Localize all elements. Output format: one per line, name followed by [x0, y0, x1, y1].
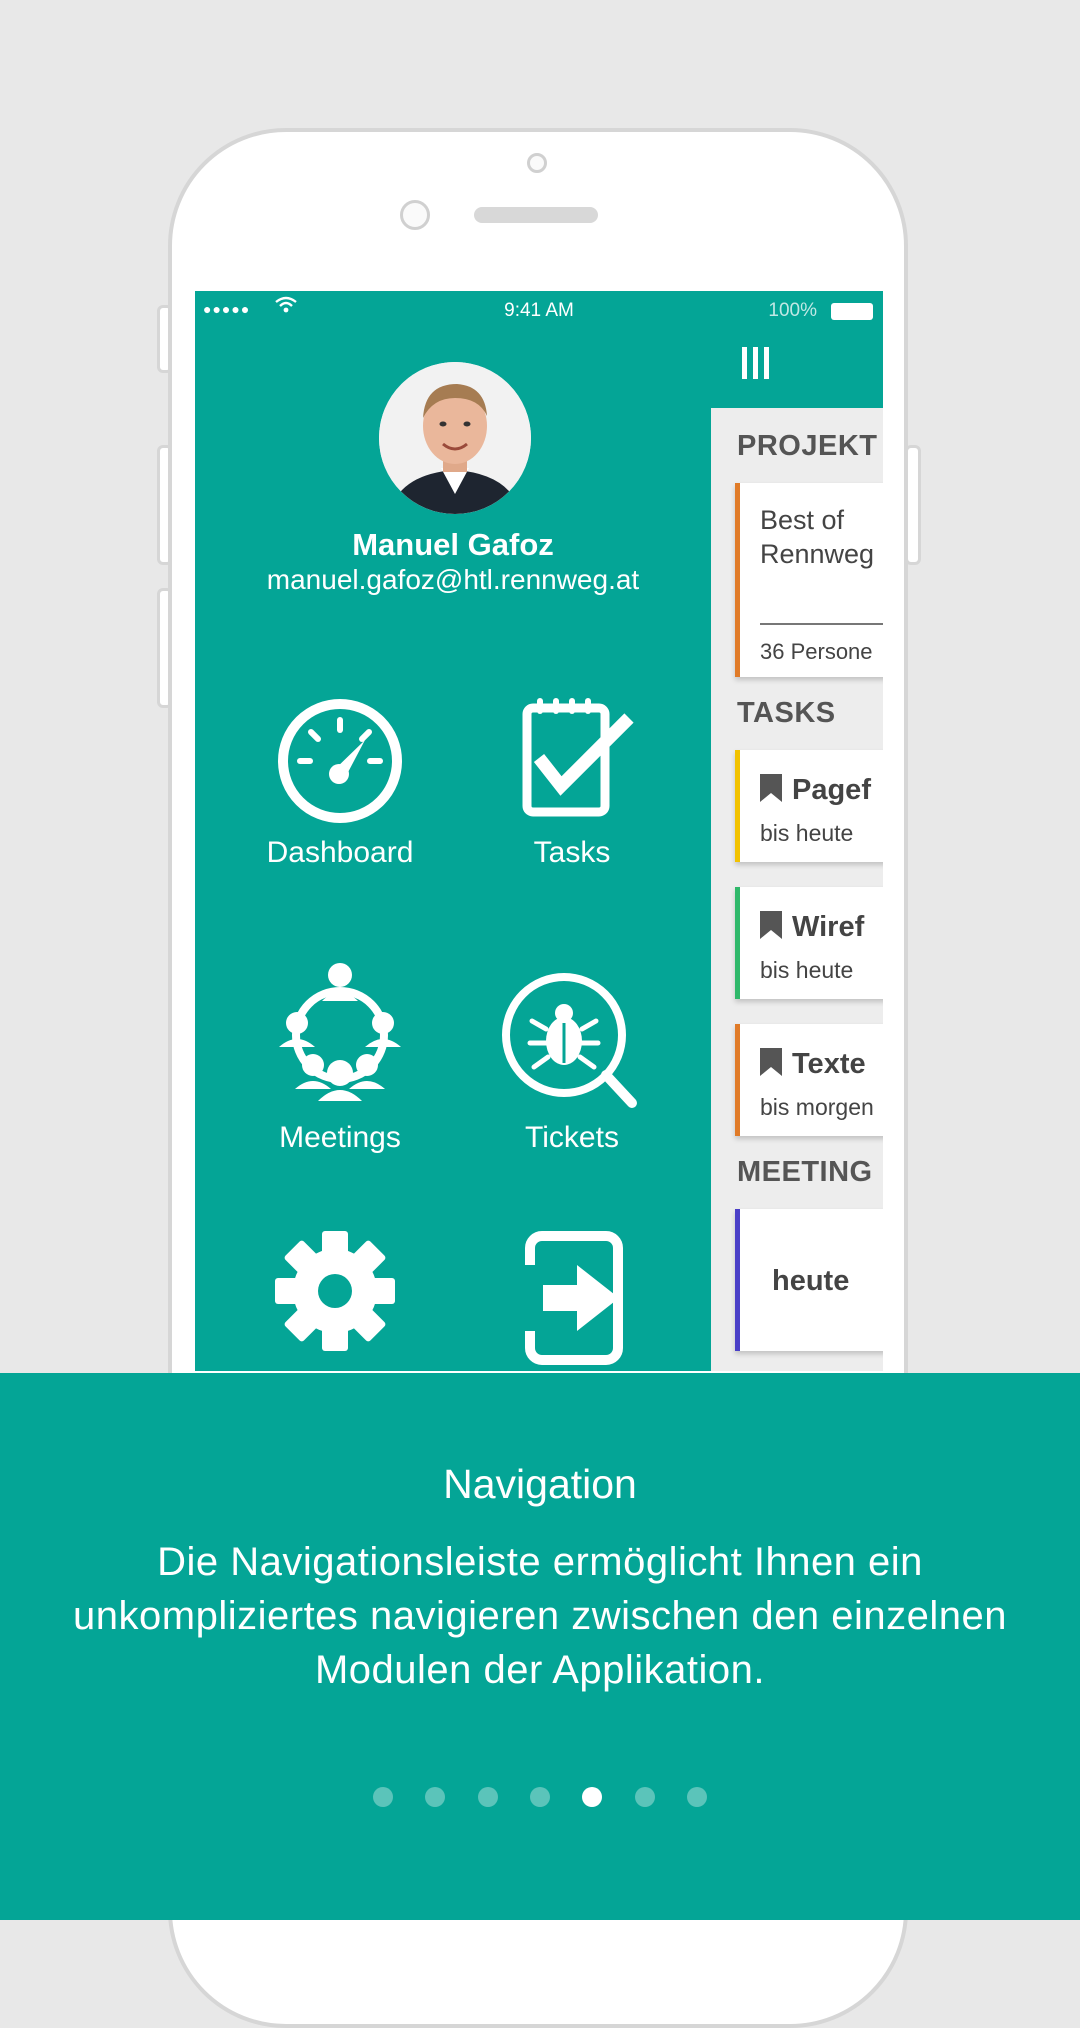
task-due: bis heute	[760, 957, 854, 983]
nav-item-logout[interactable]	[477, 1231, 667, 1371]
task-title: Wiref	[792, 911, 865, 943]
status-bar: ●●●●● 9:41 AM 100%	[195, 291, 883, 331]
page-dot[interactable]	[687, 1787, 708, 1807]
nav-label-tasks: Tasks	[533, 836, 611, 869]
content-panel: PROJEKT Best of Rennweg 36 Persone TASKS…	[711, 408, 883, 1371]
project-members: 36 Persone	[760, 639, 873, 664]
avatar[interactable]	[379, 362, 531, 514]
page-dot[interactable]	[634, 1787, 655, 1807]
bookmark-icon	[760, 1048, 782, 1076]
task-due: bis heute	[760, 820, 854, 846]
nav-item-meetings[interactable]: Meetings	[245, 961, 435, 1155]
battery-icon	[831, 303, 873, 320]
onboarding-panel: Navigation Die Navigationsleiste ermögli…	[0, 1373, 1080, 1920]
nav-label-meetings: Meetings	[279, 1121, 401, 1154]
project-name-line1: Best of	[760, 505, 845, 535]
task-due: bis morgen	[760, 1094, 874, 1120]
onboarding-title: Navigation	[443, 1461, 637, 1507]
project-divider	[760, 623, 883, 625]
nav-label-dashboard: Dashboard	[266, 836, 414, 869]
nav-item-tickets[interactable]: Tickets	[477, 961, 667, 1155]
bookmark-icon	[760, 911, 782, 939]
nav-item-settings[interactable]	[245, 1231, 435, 1361]
battery-percent: 100%	[768, 300, 817, 321]
user-name: Manuel Gafoz	[352, 527, 554, 562]
menu-icon[interactable]	[738, 345, 774, 381]
user-email: manuel.gafoz@htl.rennweg.at	[266, 564, 640, 595]
meeting-group-icon	[279, 963, 401, 1101]
checklist-icon	[522, 698, 634, 817]
task-title: Pagef	[792, 774, 871, 806]
app-screen: ●●●●● 9:41 AM 100% Manuel Gafoz manuel.g…	[195, 291, 883, 1371]
phone-speaker	[474, 207, 598, 223]
phone-sensor	[400, 200, 430, 230]
nav-item-dashboard[interactable]: Dashboard	[245, 696, 435, 870]
page-dot[interactable]	[425, 1787, 446, 1807]
bug-search-icon	[502, 973, 637, 1108]
meeting-date: heute	[772, 1265, 850, 1297]
task-title: Texte	[792, 1048, 866, 1080]
page-dot[interactable]	[477, 1787, 498, 1807]
page-dot[interactable]	[372, 1787, 393, 1807]
task-card[interactable]: Pagef bis heute	[735, 750, 883, 862]
meeting-card[interactable]: heute	[735, 1209, 883, 1351]
bookmark-icon	[760, 774, 782, 802]
section-title-tasks: TASKS	[737, 697, 836, 729]
page-indicator	[0, 1787, 1080, 1812]
nav-item-tasks[interactable]: Tasks	[477, 696, 667, 870]
section-title-meetings: MEETING	[737, 1156, 873, 1188]
page-dot[interactable]	[530, 1787, 550, 1807]
nav-label-tickets: Tickets	[525, 1121, 619, 1154]
page-dot-active[interactable]	[582, 1787, 603, 1807]
project-card[interactable]: Best of Rennweg 36 Persone	[735, 483, 883, 677]
phone-camera	[527, 153, 547, 173]
speedometer-icon	[278, 699, 402, 823]
section-title-projects: PROJEKT	[737, 430, 878, 462]
task-card[interactable]: Texte bis morgen	[735, 1024, 883, 1136]
logout-icon	[521, 1231, 623, 1365]
project-name-line2: Rennweg	[760, 539, 875, 569]
onboarding-description: Die Navigationsleiste ermöglicht Ihnen e…	[73, 1540, 1007, 1692]
task-card[interactable]: Wiref bis heute	[735, 887, 883, 999]
gear-icon	[275, 1231, 395, 1351]
